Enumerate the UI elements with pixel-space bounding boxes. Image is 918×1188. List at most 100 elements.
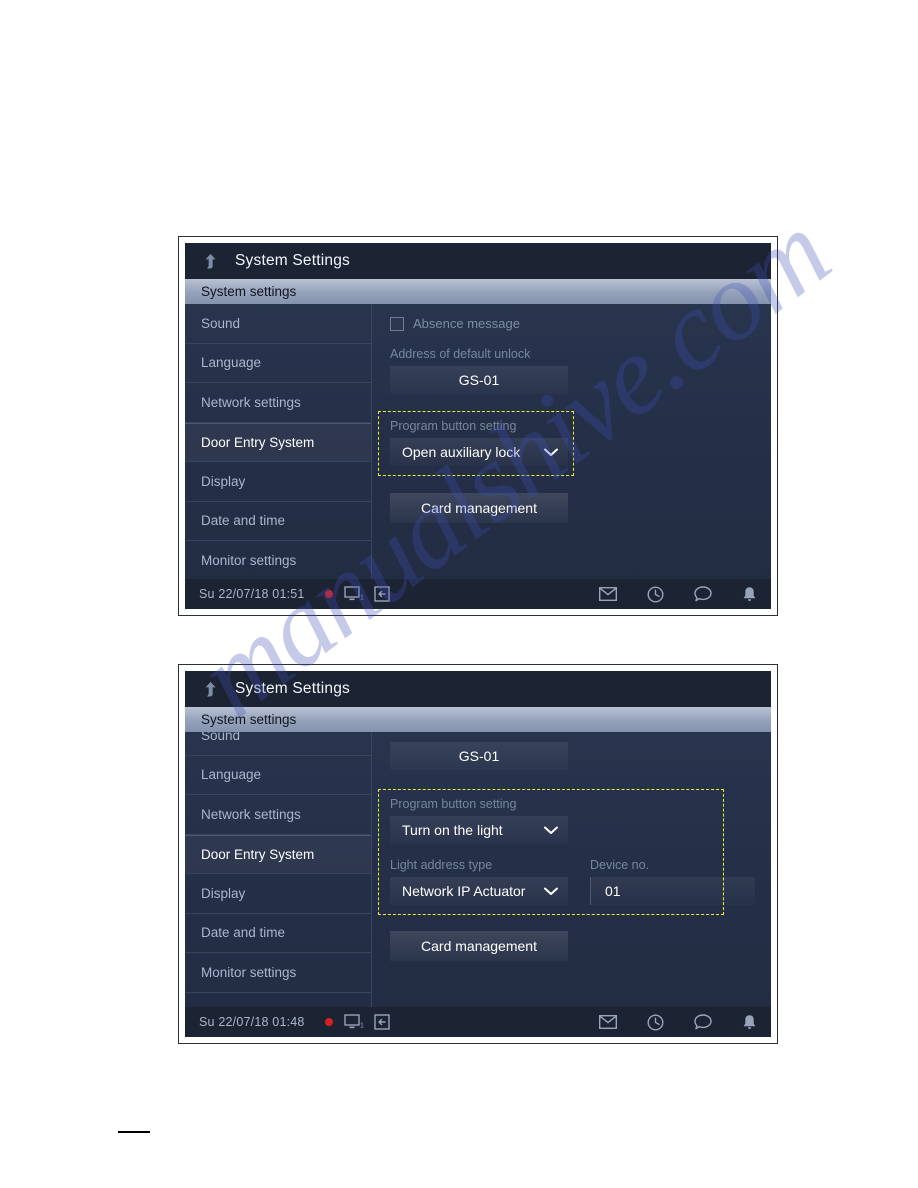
sidebar-item-sound[interactable]: Sound (185, 732, 371, 756)
sidebar-item-label: Language (201, 767, 262, 783)
status-datetime: Su 22/07/18 01:51 (199, 587, 305, 601)
absence-message-checkbox[interactable] (390, 316, 404, 331)
sidebar-item-label: Sound (201, 732, 241, 743)
settings-sidebar: Sound Language Network settings Door Ent… (185, 732, 372, 1007)
monitor-icon[interactable]: 1 (343, 1014, 364, 1030)
sidebar-item-sound[interactable]: Sound (185, 304, 371, 344)
sidebar-item-display[interactable]: Display (185, 874, 371, 914)
bell-icon[interactable] (742, 586, 757, 603)
default-unlock-value: GS-01 (458, 372, 500, 388)
sidebar-item-label: Sound (201, 315, 241, 331)
footer-rule (118, 1131, 150, 1133)
sidebar-item-language[interactable]: Language (185, 756, 371, 795)
sidebar-item-door-entry-system[interactable]: Door Entry System (185, 422, 371, 462)
device-screenshot-bottom: System Settings System settings Sound La… (178, 664, 778, 1044)
svg-text:1: 1 (360, 1023, 364, 1030)
device-no-input[interactable]: 01 (590, 877, 755, 905)
message-icon[interactable] (694, 1014, 712, 1030)
program-button-label: Program button setting (390, 419, 517, 433)
default-unlock-value: GS-01 (458, 748, 500, 764)
device-screenshot-top: System Settings System settings Sound La… (178, 236, 778, 616)
card-management-label: Card management (421, 938, 537, 954)
card-management-label: Card management (421, 500, 537, 516)
status-bar: Su 22/07/18 01:48 1 (185, 1007, 771, 1037)
sidebar-item-label: Date and time (201, 925, 286, 941)
page-title: System Settings (235, 252, 350, 269)
svg-text:1: 1 (360, 595, 364, 602)
sidebar-item-label: Date and time (201, 513, 286, 529)
history-icon[interactable] (647, 1013, 664, 1031)
record-dot-icon (324, 1018, 333, 1026)
settings-body: Sound Language Network settings Door Ent… (185, 304, 771, 579)
status-bar-left: Su 22/07/18 01:48 1 (199, 1014, 400, 1030)
transfer-icon[interactable] (373, 1014, 390, 1030)
chevron-down-icon (544, 887, 558, 895)
status-bar-left: Su 22/07/18 01:51 1 (199, 586, 400, 602)
section-header-bar: System settings (185, 707, 771, 732)
status-bar-right (569, 1013, 757, 1031)
light-address-type-group: Light address type Network IP Actuator (390, 858, 568, 905)
light-address-type-label: Light address type (390, 858, 493, 872)
sidebar-item-network-settings[interactable]: Network settings (185, 383, 371, 423)
sidebar-item-label: Door Entry System (201, 846, 315, 862)
page-title: System Settings (235, 680, 350, 697)
program-button-value: Open auxiliary lock (402, 444, 521, 460)
card-management-button[interactable]: Card management (390, 931, 568, 961)
record-dot-icon (324, 590, 333, 598)
status-datetime: Su 22/07/18 01:48 (199, 1015, 305, 1029)
status-bar: Su 22/07/18 01:51 1 (185, 579, 771, 609)
back-arrow-icon[interactable] (201, 679, 221, 699)
device-screen: System Settings System settings Sound La… (185, 671, 771, 1037)
sidebar-item-language[interactable]: Language (185, 344, 371, 383)
sidebar-item-date-and-time[interactable]: Date and time (185, 502, 371, 541)
program-button-select[interactable]: Open auxiliary lock (390, 438, 568, 466)
sidebar-item-monitor-settings[interactable]: Monitor settings (185, 953, 371, 993)
device-no-value: 01 (605, 883, 621, 899)
section-header-label: System settings (201, 284, 297, 299)
absence-message-label: Absence message (413, 316, 520, 331)
default-unlock-field[interactable]: GS-01 (390, 742, 568, 770)
mail-icon[interactable] (599, 587, 617, 601)
bell-icon[interactable] (742, 1014, 757, 1031)
program-button-highlight: Program button setting Turn on the light… (378, 789, 755, 915)
program-button-highlight: Program button setting Open auxiliary lo… (378, 411, 574, 476)
chevron-down-icon (544, 448, 558, 456)
program-button-value: Turn on the light (402, 822, 503, 838)
light-address-type-select[interactable]: Network IP Actuator (390, 877, 568, 905)
settings-sidebar: Sound Language Network settings Door Ent… (185, 304, 372, 579)
default-unlock-label: Address of default unlock (390, 347, 531, 361)
sidebar-item-label: Display (201, 473, 246, 489)
section-header-bar: System settings (185, 279, 771, 304)
sidebar-item-label: Door Entry System (201, 434, 315, 450)
history-icon[interactable] (647, 585, 664, 603)
program-button-select[interactable]: Turn on the light (390, 816, 568, 844)
sidebar-item-date-and-time[interactable]: Date and time (185, 914, 371, 953)
sidebar-item-network-settings[interactable]: Network settings (185, 795, 371, 835)
title-bar: System Settings (185, 671, 771, 707)
chevron-down-icon (544, 826, 558, 834)
sidebar-item-label: Monitor settings (201, 964, 297, 980)
device-no-group: Device no. 01 (590, 858, 755, 905)
title-bar: System Settings (185, 243, 771, 279)
program-button-label: Program button setting (390, 797, 517, 811)
mail-icon[interactable] (599, 1015, 617, 1029)
device-screen: System Settings System settings Sound La… (185, 243, 771, 609)
settings-content: Absence message Address of default unloc… (372, 304, 771, 579)
settings-content: GS-01 Program button setting Turn on the… (372, 732, 771, 1007)
sidebar-item-door-entry-system[interactable]: Door Entry System (185, 834, 371, 874)
status-bar-right (569, 585, 757, 603)
card-management-button[interactable]: Card management (390, 493, 568, 523)
sidebar-item-label: Display (201, 885, 246, 901)
default-unlock-field[interactable]: GS-01 (390, 366, 568, 394)
sidebar-item-monitor-settings[interactable]: Monitor settings (185, 541, 371, 579)
absence-message-row[interactable]: Absence message (390, 316, 771, 331)
sidebar-item-display[interactable]: Display (185, 462, 371, 502)
message-icon[interactable] (694, 586, 712, 602)
monitor-icon[interactable]: 1 (343, 586, 364, 602)
light-address-type-value: Network IP Actuator (402, 883, 526, 899)
sidebar-item-label: Language (201, 355, 262, 371)
default-unlock-group: Address of default unlock GS-01 (390, 347, 771, 394)
device-no-label: Device no. (590, 858, 650, 872)
transfer-icon[interactable] (373, 586, 390, 602)
back-arrow-icon[interactable] (201, 251, 221, 271)
